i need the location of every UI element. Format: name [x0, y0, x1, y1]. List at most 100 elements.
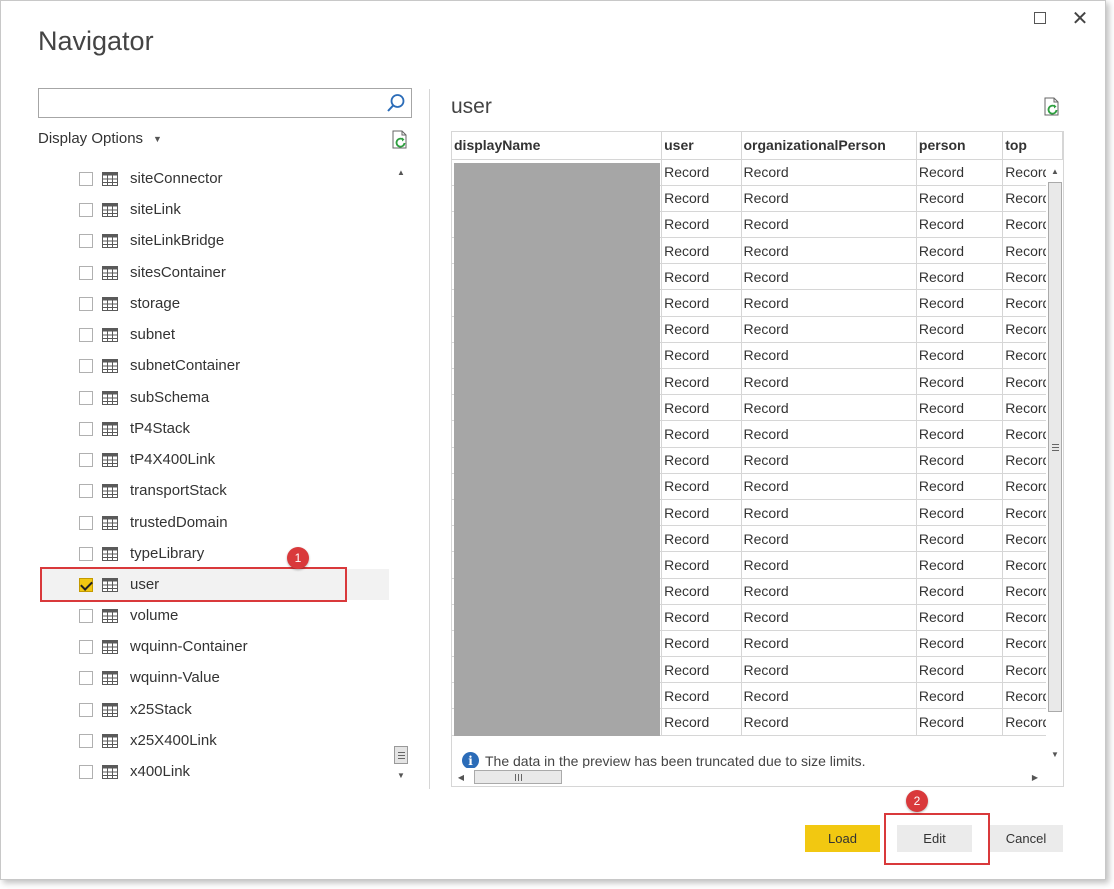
table-cell[interactable]: Record [741, 682, 917, 710]
table-cell[interactable]: Record [916, 682, 1004, 710]
table-cell[interactable]: Record [661, 630, 742, 658]
tree-item-checkbox[interactable] [79, 390, 93, 405]
scroll-left-icon[interactable]: ◀ [452, 768, 470, 786]
table-cell[interactable]: Record [916, 185, 1004, 212]
tree-item[interactable]: siteConnector [41, 163, 389, 194]
tree-item[interactable]: x400Link [41, 756, 389, 787]
table-cell[interactable]: Record [916, 656, 1004, 684]
tree-scrollbar[interactable]: ▲ ▼ [392, 161, 410, 786]
refresh-preview-icon[interactable] [1041, 96, 1063, 118]
edit-button[interactable]: Edit [897, 825, 972, 852]
scroll-right-icon[interactable]: ▶ [1026, 768, 1044, 786]
tree-item-checkbox[interactable] [79, 202, 93, 217]
table-cell[interactable]: Record [916, 447, 1004, 474]
table-cell[interactable]: Record [661, 708, 742, 736]
table-cell[interactable]: Record [661, 394, 742, 422]
scroll-up-icon[interactable]: ▲ [392, 163, 410, 181]
grid-horizontal-scrollbar[interactable]: ◀ ▶ [452, 768, 1046, 786]
tree-item-checkbox[interactable] [79, 171, 93, 186]
table-cell[interactable]: Record [741, 211, 917, 239]
table-cell[interactable]: Record [661, 682, 742, 710]
column-header[interactable]: top [1002, 132, 1063, 160]
table-cell[interactable]: Record [741, 630, 917, 658]
table-cell[interactable]: Record [916, 604, 1004, 631]
tree-item[interactable]: subnetContainer [41, 350, 389, 381]
column-header[interactable]: organizationalPerson [741, 132, 917, 160]
load-button[interactable]: Load [805, 825, 880, 852]
refresh-icon[interactable] [389, 129, 411, 151]
tree-item[interactable]: subSchema [41, 382, 389, 413]
tree-item-checkbox[interactable] [79, 233, 93, 248]
tree-item[interactable]: tP4Stack [41, 413, 389, 444]
column-header[interactable]: displayName [452, 132, 663, 160]
table-cell[interactable]: Record [661, 525, 742, 553]
search-input[interactable] [39, 89, 379, 117]
table-cell[interactable]: Record [661, 473, 742, 500]
column-header[interactable]: person [916, 132, 1004, 160]
column-header[interactable]: user [661, 132, 742, 160]
table-cell[interactable]: Record [741, 159, 917, 186]
cancel-button[interactable]: Cancel [989, 825, 1063, 852]
scroll-up-icon[interactable]: ▲ [1046, 162, 1063, 180]
table-cell[interactable]: Record [661, 447, 742, 474]
table-cell[interactable]: Record [741, 316, 917, 343]
close-button[interactable]: ✕ [1069, 7, 1091, 29]
display-options-dropdown[interactable]: Display Options ▼ [38, 130, 162, 147]
table-cell[interactable]: Record [741, 447, 917, 474]
tree-item-checkbox[interactable] [79, 515, 93, 530]
table-cell[interactable]: Record [741, 342, 917, 370]
table-cell[interactable]: Record [916, 525, 1004, 553]
tree-item[interactable]: typeLibrary [41, 538, 389, 569]
table-cell[interactable]: Record [661, 656, 742, 684]
table-cell[interactable]: Record [661, 159, 742, 186]
tree-item[interactable]: tP4X400Link [41, 444, 389, 475]
table-cell[interactable]: Record [661, 211, 742, 239]
tree-item-checkbox[interactable] [79, 608, 93, 623]
table-cell[interactable]: Record [916, 420, 1004, 448]
tree-item[interactable]: siteLinkBridge [41, 225, 389, 256]
table-cell[interactable]: Record [916, 342, 1004, 370]
table-cell[interactable]: Record [916, 263, 1004, 291]
search-icon[interactable] [385, 92, 407, 114]
table-cell[interactable]: Record [741, 578, 917, 605]
tree-item[interactable]: subnet [41, 319, 389, 350]
scroll-down-icon[interactable]: ▼ [392, 766, 410, 784]
tree-item-checkbox[interactable] [79, 421, 93, 436]
table-cell[interactable]: Record [916, 499, 1004, 527]
table-cell[interactable]: Record [741, 473, 917, 500]
table-cell[interactable]: Record [916, 394, 1004, 422]
tree-item-checkbox[interactable] [79, 702, 93, 717]
tree-item-checkbox[interactable] [79, 546, 93, 561]
table-cell[interactable]: Record [741, 499, 917, 527]
table-cell[interactable]: Record [916, 289, 1004, 317]
tree-item[interactable]: siteLink [41, 194, 389, 225]
table-cell[interactable]: Record [661, 551, 742, 579]
tree-item-checkbox[interactable] [79, 639, 93, 654]
table-cell[interactable]: Record [661, 263, 742, 291]
table-cell[interactable]: Record [916, 316, 1004, 343]
table-cell[interactable]: Record [741, 394, 917, 422]
tree-item-checkbox[interactable] [79, 265, 93, 280]
table-cell[interactable]: Record [661, 368, 742, 396]
table-cell[interactable]: Record [741, 525, 917, 553]
tree-item[interactable]: trustedDomain [41, 507, 389, 538]
table-cell[interactable]: Record [741, 604, 917, 631]
grid-horizontal-thumb[interactable] [474, 770, 562, 784]
table-cell[interactable]: Record [916, 237, 1004, 265]
scroll-down-icon[interactable]: ▼ [1046, 745, 1063, 763]
table-cell[interactable]: Record [741, 368, 917, 396]
table-cell[interactable]: Record [741, 551, 917, 579]
tree-item-checkbox[interactable] [79, 452, 93, 467]
tree-item-checkbox[interactable] [79, 577, 93, 592]
tree-item-checkbox[interactable] [79, 764, 93, 779]
table-cell[interactable]: Record [741, 420, 917, 448]
grid-vertical-scrollbar[interactable]: ▲ ▼ [1046, 160, 1063, 765]
table-cell[interactable]: Record [661, 185, 742, 212]
table-cell[interactable]: Record [916, 578, 1004, 605]
table-cell[interactable]: Record [916, 630, 1004, 658]
table-cell[interactable]: Record [741, 708, 917, 736]
tree-item[interactable]: x25Stack [41, 694, 389, 725]
table-cell[interactable]: Record [661, 420, 742, 448]
table-cell[interactable]: Record [741, 263, 917, 291]
table-cell[interactable]: Record [661, 342, 742, 370]
